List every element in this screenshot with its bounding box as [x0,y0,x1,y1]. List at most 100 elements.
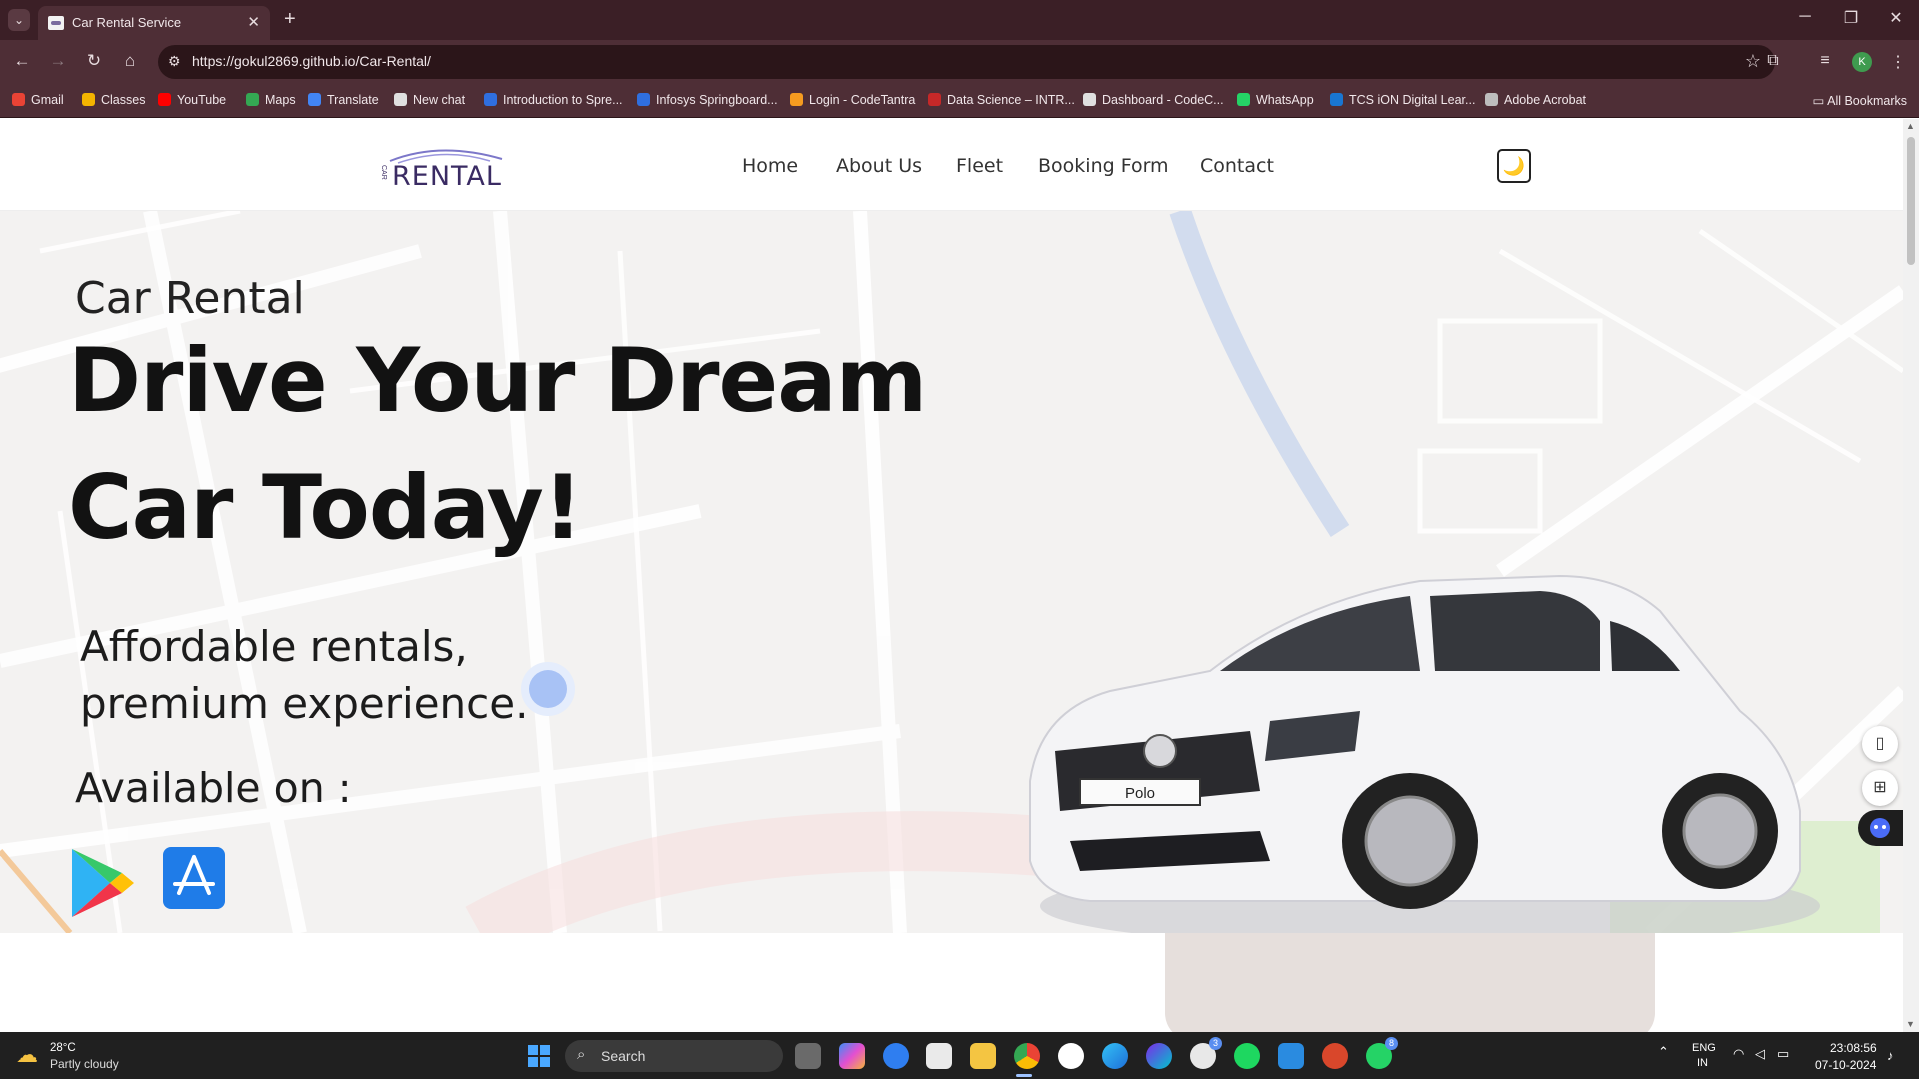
theme-toggle-button[interactable]: 🌙 [1497,149,1531,183]
powerpoint-icon[interactable] [1322,1043,1348,1069]
tab-close-icon[interactable]: ✕ [247,13,260,31]
scroll-down-icon[interactable]: ▼ [1906,1019,1915,1029]
bookmark-item[interactable]: Classes [82,93,145,107]
spotify-icon[interactable] [1234,1043,1260,1069]
nav-booking-form[interactable]: Booking Form [1038,155,1169,177]
bookmark-item[interactable]: Gmail [12,93,64,107]
menu-kebab-icon[interactable]: ⋮ [1886,52,1910,72]
bookmark-item[interactable]: Adobe Acrobat [1485,93,1586,107]
volume-icon[interactable]: ◁ [1755,1046,1765,1062]
vscode-icon[interactable] [1278,1043,1304,1069]
clock-time[interactable]: 23:08:56 [1830,1041,1877,1055]
profile-avatar[interactable]: K [1852,52,1872,72]
bookmark-item[interactable]: New chat [394,93,465,107]
bookmark-favicon-icon [1330,93,1343,106]
microsoft-store-icon[interactable] [926,1043,952,1069]
battery-icon[interactable]: ▭ [1777,1046,1789,1062]
task-view-icon[interactable] [795,1043,821,1069]
file-explorer-icon[interactable] [970,1043,996,1069]
bookmark-item[interactable]: TCS iON Digital Lear... [1330,93,1475,107]
tab-favicon-icon [48,16,64,30]
hero-tagline-line2: premium experience. [80,679,529,728]
home-icon[interactable]: ⌂ [118,51,142,71]
weather-desc[interactable]: Partly cloudy [50,1057,119,1071]
car-plate-text: Polo [1125,785,1155,802]
wifi-icon[interactable]: ◠ [1733,1046,1744,1062]
tab-search-button[interactable]: ⌄ [8,9,30,31]
moon-icon: 🌙 [1502,156,1526,176]
book-icon: ▯ [1875,735,1885,752]
bookmark-item[interactable]: Login - CodeTantra [790,93,915,107]
bookmark-label: New chat [413,93,466,107]
nav-home[interactable]: Home [742,155,798,177]
bookmark-item[interactable]: Data Science – INTR... [928,93,1075,107]
logo-small-text: CAR [380,165,387,180]
taskbar-search[interactable]: ⌕ Search [565,1040,783,1072]
reader-mode-button[interactable]: ▯ [1862,726,1898,762]
weather-partly-cloudy-icon[interactable]: ☁ [16,1042,38,1068]
whatsapp-beta-icon[interactable]: 3 [1190,1037,1222,1069]
restore-icon[interactable]: ❐ [1836,8,1866,28]
new-tab-button[interactable]: + [284,8,296,31]
bookmark-item[interactable]: Infosys Springboard... [637,93,778,107]
lang-line1[interactable]: ENG [1692,1042,1716,1054]
media-controls-icon[interactable]: ≡ [1813,52,1837,70]
tray-overflow-icon[interactable]: ⌃ [1658,1044,1669,1060]
hero-headline-line1: Drive Your Dream [68,329,927,432]
google-play-icon[interactable] [70,847,136,919]
browser-tab-active[interactable]: Car Rental Service ✕ [38,6,270,40]
windows-taskbar: ☁ 28°C Partly cloudy ⌕ Search 3 8 ⌃ ENG … [0,1032,1919,1079]
notification-bell-icon[interactable]: ♪ [1887,1048,1894,1063]
bookmark-item[interactable]: Maps [246,93,296,107]
all-bookmarks-label: All Bookmarks [1827,94,1907,108]
bookmark-item[interactable]: Dashboard - CodeC... [1083,93,1224,107]
help-icon[interactable] [883,1043,909,1069]
forward-icon[interactable]: → [46,51,70,71]
start-button[interactable] [528,1045,550,1067]
assistant-bot-button[interactable] [1858,810,1903,846]
apps-grid-button[interactable]: ⊞ [1862,770,1898,806]
back-icon[interactable]: ← [10,51,34,71]
app-store-icon[interactable] [163,847,225,909]
bookmark-item[interactable]: YouTube [158,93,226,107]
logo-text: RENTAL [392,161,502,192]
site-info-icon[interactable]: ⚙ [168,53,181,70]
bookmark-item[interactable]: Introduction to Spre... [484,93,623,107]
whatsapp-icon[interactable]: 8 [1366,1037,1398,1069]
reload-icon[interactable]: ↻ [82,51,106,71]
all-bookmarks-button[interactable]: ▭ All Bookmarks [1813,93,1907,108]
nav-contact[interactable]: Contact [1200,155,1274,177]
nav-about-us[interactable]: About Us [836,155,922,177]
google-icon[interactable] [1058,1043,1084,1069]
bookmark-favicon-icon [1485,93,1498,106]
copilot-icon[interactable] [839,1043,865,1069]
site-logo[interactable]: CAR RENTAL [380,145,510,192]
chrome-icon[interactable] [1014,1043,1040,1069]
bookmark-label: Dashboard - CodeC... [1102,93,1224,107]
bookmark-item[interactable]: WhatsApp [1237,93,1314,107]
bookmark-item[interactable]: Translate [308,93,379,107]
browser-toolbar: ← → ↻ ⌂ ⚙ https://gokul2869.github.io/Ca… [0,40,1919,84]
bookmark-star-icon[interactable]: ☆ [1745,51,1761,72]
nav-fleet[interactable]: Fleet [956,155,1003,177]
hero-eyebrow: Car Rental [75,273,305,324]
lang-line2[interactable]: IN [1697,1057,1708,1069]
page-scrollbar[interactable]: ▲ ▼ [1903,119,1919,1032]
address-bar[interactable]: ⚙ https://gokul2869.github.io/Car-Rental… [158,45,1775,79]
scroll-up-icon[interactable]: ▲ [1906,121,1915,131]
canva-icon[interactable] [1146,1043,1172,1069]
bookmark-favicon-icon [308,93,321,106]
hero-headline-line2: Car Today! [68,456,583,559]
close-window-icon[interactable]: ✕ [1881,8,1911,28]
url-text[interactable]: https://gokul2869.github.io/Car-Rental/ [192,53,431,69]
whatsapp-badge: 8 [1385,1037,1398,1050]
clock-date[interactable]: 07-10-2024 [1815,1058,1876,1072]
bookmark-label: Data Science – INTR... [947,93,1075,107]
weather-temp[interactable]: 28°C [50,1042,76,1054]
available-on-label: Available on : [75,764,352,812]
minimize-icon[interactable]: ─ [1790,8,1820,26]
edge-icon[interactable] [1102,1043,1128,1069]
bookmark-label: Adobe Acrobat [1504,93,1587,107]
scroll-thumb[interactable] [1907,137,1915,265]
extensions-icon[interactable]: ⧉ [1761,52,1785,70]
